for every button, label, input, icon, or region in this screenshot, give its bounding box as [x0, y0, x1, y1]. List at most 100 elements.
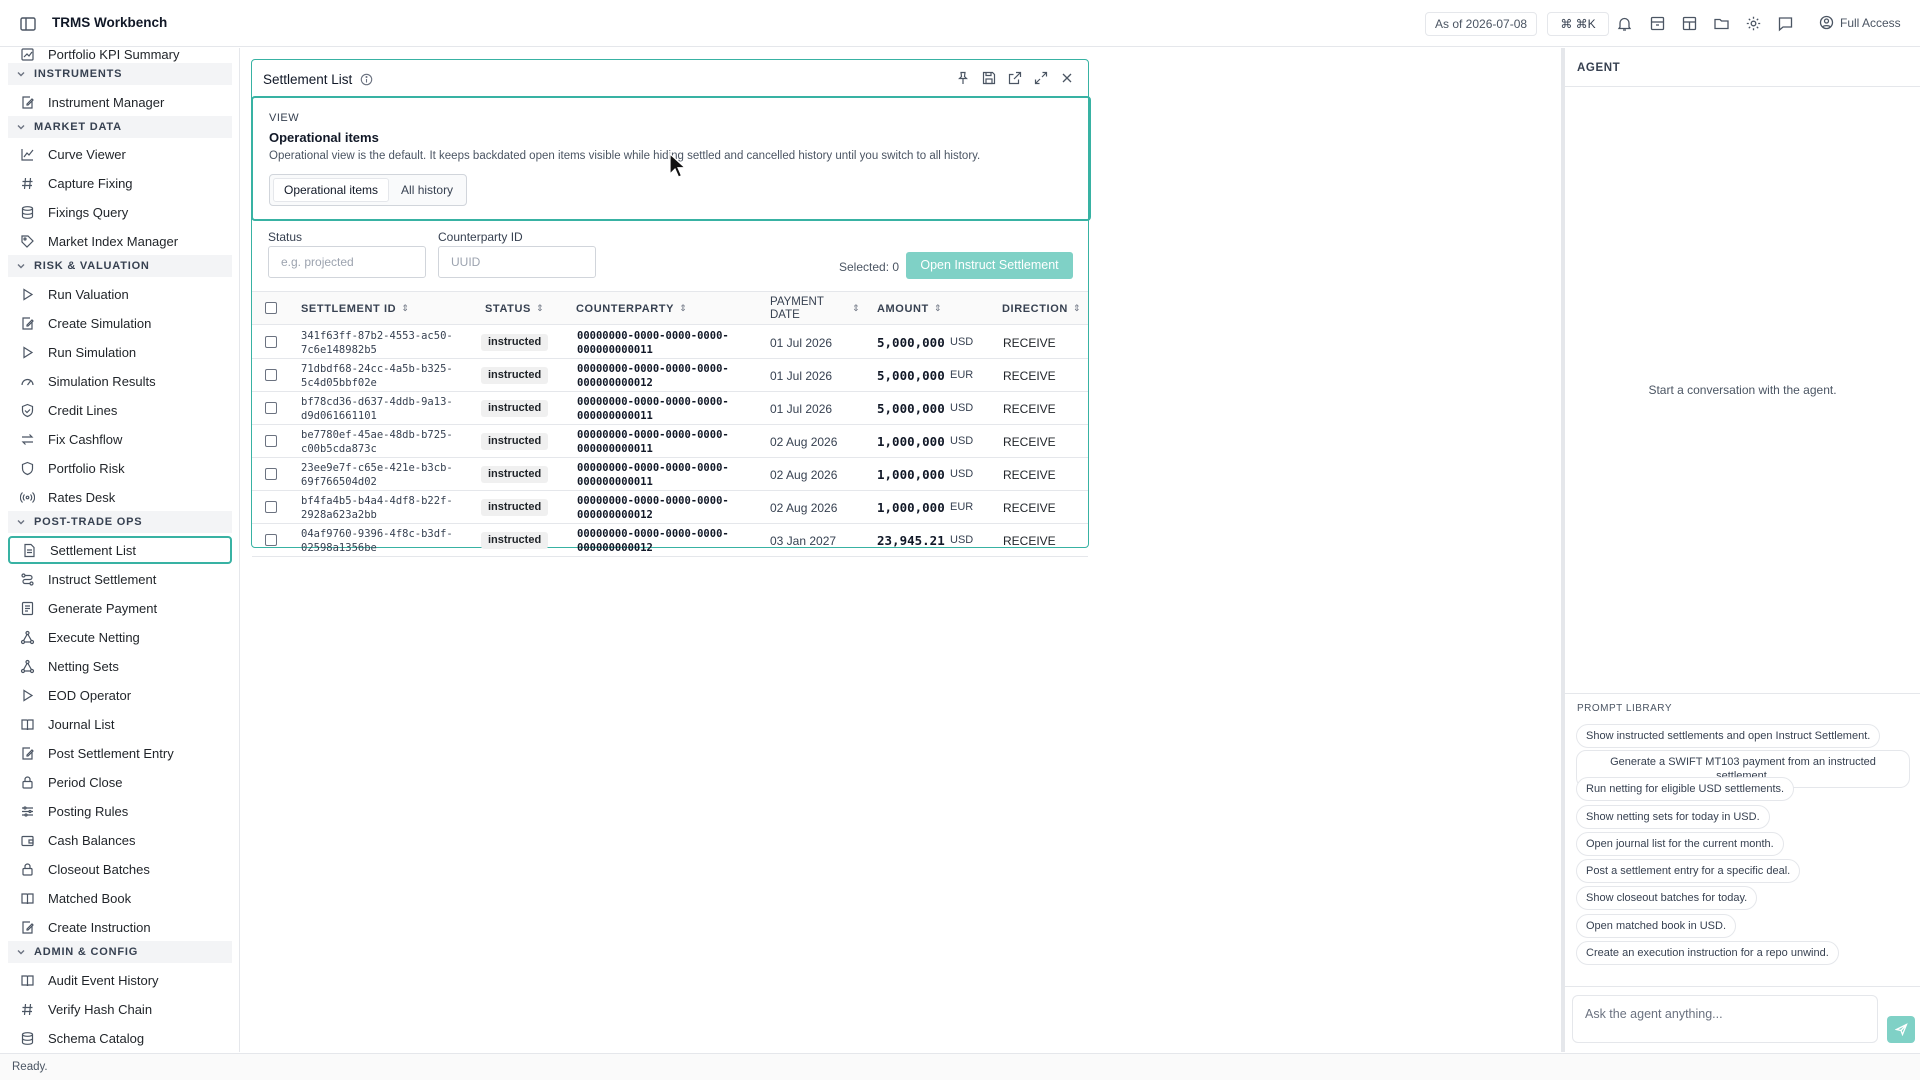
prompt-chip[interactable]: Open matched book in USD. — [1576, 914, 1737, 938]
chat-icon[interactable] — [1777, 15, 1794, 32]
folder-icon[interactable] — [1713, 15, 1730, 32]
sidebar-toggle-icon[interactable] — [19, 15, 37, 33]
row-checkbox[interactable] — [265, 336, 277, 348]
sidebar-item-posting-rules[interactable]: Posting Rules — [8, 797, 232, 825]
sidebar-item-instruct-settlement[interactable]: Instruct Settlement — [8, 565, 232, 593]
sidebar-item-settlement-list[interactable]: Settlement List — [8, 536, 232, 564]
settlement-id-cell[interactable]: 71dbdf68-24cc-4a5b-b325- 5c4d05bbf02e — [301, 362, 453, 390]
prompt-chip[interactable]: Run netting for eligible USD settlements… — [1576, 777, 1795, 801]
sidebar-section-post-trade-ops[interactable]: POST-TRADE OPS — [8, 511, 232, 533]
sidebar-item-run-simulation[interactable]: Run Simulation — [8, 338, 232, 366]
sidebar-item-run-valuation[interactable]: Run Valuation — [8, 280, 232, 308]
settlement-id-cell[interactable]: bf78cd36-d637-4ddb-9a13- d9d061661101 — [301, 395, 453, 423]
counterparty-filter-input[interactable]: UUID — [438, 246, 596, 278]
sidebar-section-admin-config[interactable]: ADMIN & CONFIG — [8, 941, 232, 963]
table-row[interactable]: bf78cd36-d637-4ddb-9a13- d9d061661101 inst… — [252, 392, 1088, 425]
command-palette-button[interactable]: ⌘ ⌘K — [1547, 12, 1609, 36]
close-icon[interactable] — [1059, 70, 1075, 86]
view-option-operational-items[interactable]: Operational items — [273, 178, 390, 202]
full-access-button[interactable]: Full Access — [1819, 15, 1901, 30]
sidebar-item-journal-list[interactable]: Journal List — [8, 710, 232, 738]
agent-input[interactable]: Ask the agent anything... — [1572, 995, 1878, 1043]
table-row[interactable]: bf4fa4b5-b4a4-4df8-b22f- 2928a623a2bb inst… — [252, 491, 1088, 524]
column-direction[interactable]: DIRECTION ⇕ — [1002, 292, 1081, 325]
archive-icon[interactable] — [1649, 15, 1666, 32]
column-counterparty[interactable]: COUNTERPARTY ⇕ — [576, 292, 687, 325]
prompt-chip[interactable]: Show netting sets for today in USD. — [1576, 805, 1770, 829]
sidebar-item-cash-balances[interactable]: Cash Balances — [8, 826, 232, 854]
sidebar-item-create-simulation[interactable]: Create Simulation — [8, 309, 232, 337]
row-checkbox[interactable] — [265, 468, 277, 480]
sidebar-item-curve-viewer[interactable]: Curve Viewer — [8, 140, 232, 168]
open-instruct-settlement-button[interactable]: Open Instruct Settlement — [906, 252, 1073, 279]
prompt-chip[interactable]: Create an execution instruction for a re… — [1576, 941, 1839, 965]
sidebar-item-create-instruction[interactable]: Create Instruction — [8, 913, 232, 941]
settlement-id-cell[interactable]: be7780ef-45ae-48db-b725- c00b5cda873c — [301, 428, 453, 456]
row-checkbox[interactable] — [265, 402, 277, 414]
sidebar-item-schema-catalog[interactable]: Schema Catalog — [8, 1024, 232, 1052]
table-row[interactable]: 04af9760-9396-4f8c-b3df- 02598a1356be inst… — [252, 524, 1088, 557]
prompt-chip[interactable]: Show closeout batches for today. — [1576, 886, 1758, 910]
prompt-chip[interactable]: Open journal list for the current month. — [1576, 832, 1784, 856]
row-checkbox[interactable] — [265, 534, 277, 546]
sidebar-item-post-settlement-entry[interactable]: Post Settlement Entry — [8, 739, 232, 767]
send-button[interactable] — [1887, 1016, 1915, 1043]
sidebar-item-portfolio-risk[interactable]: Portfolio Risk — [8, 454, 232, 482]
column-settlement-id[interactable]: SETTLEMENT ID ⇕ — [301, 292, 409, 325]
table-row[interactable]: be7780ef-45ae-48db-b725- c00b5cda873c inst… — [252, 425, 1088, 458]
sidebar-item-execute-netting[interactable]: Execute Netting — [8, 623, 232, 651]
select-all-checkbox[interactable] — [265, 302, 277, 314]
sidebar-item-credit-lines[interactable]: Credit Lines — [8, 396, 232, 424]
sidebar-item-fixings-query[interactable]: Fixings Query — [8, 198, 232, 226]
sidebar-item-generate-payment[interactable]: Generate Payment — [8, 594, 232, 622]
sidebar-item-capture-fixing[interactable]: Capture Fixing — [8, 169, 232, 197]
sidebar-item-rates-desk[interactable]: Rates Desk — [8, 483, 232, 511]
sidebar-item-period-close[interactable]: Period Close — [8, 768, 232, 796]
prompt-chip[interactable]: Post a settlement entry for a specific d… — [1576, 859, 1801, 883]
settlement-id-cell[interactable]: 341f63ff-87b2-4553-ac50- 7c6e148982b5 — [301, 329, 453, 357]
row-checkbox[interactable] — [265, 501, 277, 513]
bell-icon[interactable] — [1616, 15, 1633, 32]
lock-icon — [20, 862, 35, 877]
row-checkbox[interactable] — [265, 369, 277, 381]
sidebar-item-matched-book[interactable]: Matched Book — [8, 884, 232, 912]
info-icon[interactable] — [360, 73, 373, 86]
table-row[interactable]: 23ee9e7f-c65e-421e-b3cb- 69f766504d02 inst… — [252, 458, 1088, 491]
table-row[interactable]: 341f63ff-87b2-4553-ac50- 7c6e148982b5 inst… — [252, 326, 1088, 359]
sidebar-item-netting-sets[interactable]: Netting Sets — [8, 652, 232, 680]
sidebar-item-fix-cashflow[interactable]: Fix Cashflow — [8, 425, 232, 453]
sidebar-item-instrument-manager[interactable]: Instrument Manager — [8, 88, 232, 116]
settlement-list-panel: Settlement List VIEW Operational items O… — [251, 59, 1091, 557]
column-amount[interactable]: AMOUNT ⇕ — [877, 292, 942, 325]
save-icon[interactable] — [981, 70, 997, 86]
counterparty-line: 00000000-0000-0000-0000- — [577, 330, 729, 342]
sidebar-item-audit-event-history[interactable]: Audit Event History — [8, 966, 232, 994]
counterparty-line: 000000000011 — [577, 410, 653, 422]
sidebar-item-market-index-manager[interactable]: Market Index Manager — [8, 227, 232, 255]
settlement-id-cell[interactable]: 23ee9e7f-c65e-421e-b3cb- 69f766504d02 — [301, 461, 453, 489]
gear-icon[interactable] — [1745, 15, 1762, 32]
settlement-id-cell[interactable]: 04af9760-9396-4f8c-b3df- 02598a1356be — [301, 527, 453, 555]
sidebar-item-verify-hash-chain[interactable]: Verify Hash Chain — [8, 995, 232, 1023]
table-row[interactable]: 71dbdf68-24cc-4a5b-b325- 5c4d05bbf02e inst… — [252, 359, 1088, 392]
view-option-all-history[interactable]: All history — [391, 178, 463, 202]
sidebar-item-closeout-batches[interactable]: Closeout Batches — [8, 855, 232, 883]
payment-date-sort[interactable]: ⇕ — [847, 292, 860, 325]
settlement-id-cell[interactable]: bf4fa4b5-b4a4-4df8-b22f- 2928a623a2bb — [301, 494, 453, 522]
sidebar-item-eod-operator[interactable]: EOD Operator — [8, 681, 232, 709]
layout-icon[interactable] — [1681, 15, 1698, 32]
settlement-id-line: 23ee9e7f-c65e-421e-b3cb- — [301, 462, 453, 474]
maximize-icon[interactable] — [1033, 70, 1049, 86]
sidebar-section-market-data[interactable]: MARKET DATA — [8, 116, 232, 138]
sidebar-item-simulation-results[interactable]: Simulation Results — [8, 367, 232, 395]
column-status[interactable]: STATUS ⇕ — [485, 292, 544, 325]
external-link-icon[interactable] — [1007, 70, 1023, 86]
as-of-date-button[interactable]: As of 2026-07-08 — [1425, 12, 1538, 36]
sidebar-section-instruments[interactable]: INSTRUMENTS — [8, 63, 232, 85]
counterparty-cell: 00000000-0000-0000-0000- 000000000012 — [577, 362, 729, 390]
pin-icon[interactable] — [955, 70, 971, 86]
status-filter-input[interactable]: e.g. projected — [268, 246, 426, 278]
prompt-chip[interactable]: Show instructed settlements and open Ins… — [1576, 724, 1881, 748]
sidebar-section-risk-valuation[interactable]: RISK & VALUATION — [8, 255, 232, 277]
row-checkbox[interactable] — [265, 435, 277, 447]
